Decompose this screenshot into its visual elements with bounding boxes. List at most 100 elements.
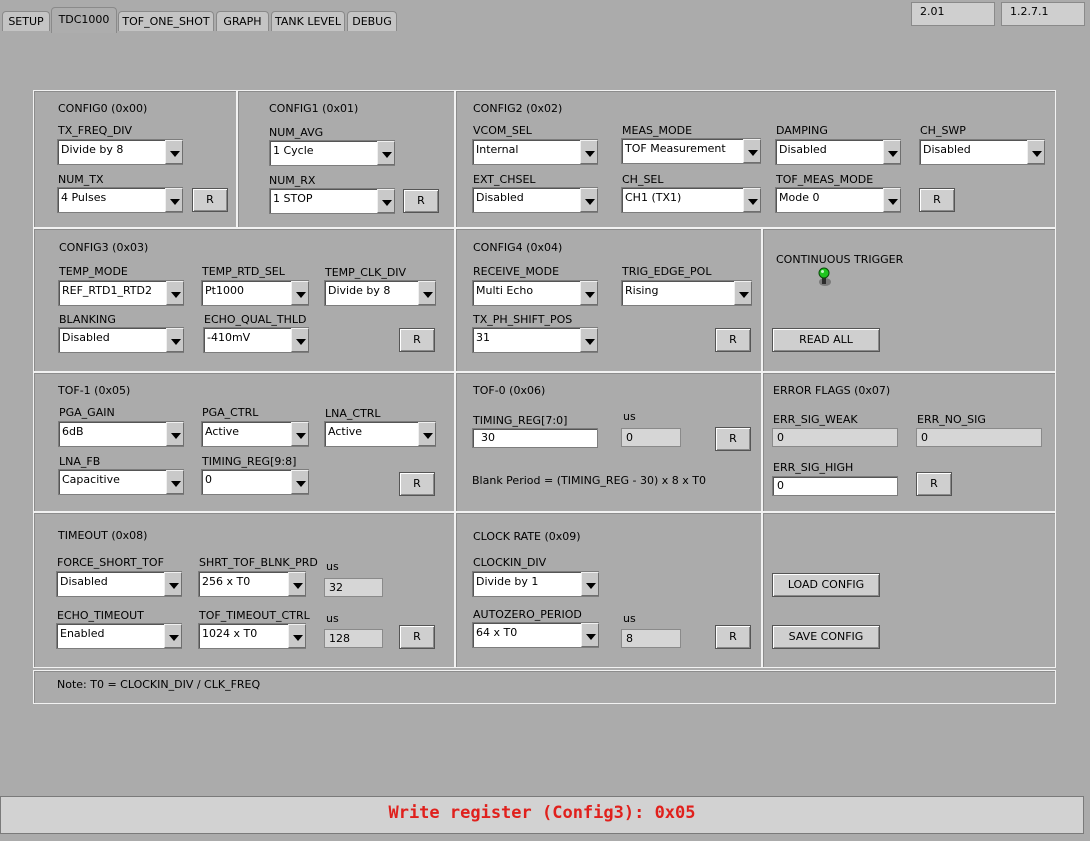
version-box-2: 1.2.7.1: [1001, 2, 1085, 26]
chevron-down-icon[interactable]: [734, 281, 752, 305]
chevron-down-icon[interactable]: [166, 281, 184, 305]
tof1-reset-button[interactable]: R: [399, 472, 435, 496]
chevron-down-icon[interactable]: [418, 281, 436, 305]
receive-mode-dropdown[interactable]: Multi Echo: [472, 280, 598, 306]
lna-fb-dropdown[interactable]: Capacitive: [58, 469, 184, 495]
tab-graph[interactable]: GRAPH: [216, 11, 269, 31]
config1-reset-button[interactable]: R: [403, 189, 439, 213]
error-flags-title: ERROR FLAGS (0x07): [773, 384, 891, 397]
chevron-down-icon[interactable]: [288, 572, 306, 596]
pga-gain-dropdown[interactable]: 6dB: [58, 421, 184, 447]
chevron-down-icon[interactable]: [291, 328, 309, 352]
tx-ph-shift-pos-dropdown[interactable]: 31: [472, 327, 598, 353]
temp-mode-dropdown[interactable]: REF_RTD1_RTD2: [58, 280, 184, 306]
timing-reg-70-input[interactable]: 30: [472, 428, 598, 448]
tof-meas-mode-label: TOF_MEAS_MODE: [776, 173, 874, 186]
vcom-sel-dropdown[interactable]: Internal: [472, 139, 598, 165]
vcom-sel-label: VCOM_SEL: [473, 124, 532, 137]
chevron-down-icon[interactable]: [883, 140, 901, 164]
damping-label: DAMPING: [776, 124, 828, 137]
num-tx-dropdown[interactable]: 4 Pulses: [57, 187, 183, 213]
num-rx-value: 1 STOP: [273, 192, 313, 205]
chevron-down-icon[interactable]: [883, 188, 901, 212]
force-short-tof-dropdown[interactable]: Disabled: [56, 571, 182, 597]
chevron-down-icon[interactable]: [580, 328, 598, 352]
chevron-down-icon[interactable]: [1027, 140, 1045, 164]
timeout-reset-button[interactable]: R: [399, 625, 435, 649]
timing-reg-98-value: 0: [205, 473, 212, 486]
clockin-div-dropdown[interactable]: Divide by 1: [472, 571, 599, 597]
ch-swp-dropdown[interactable]: Disabled: [919, 139, 1045, 165]
lna-ctrl-dropdown[interactable]: Active: [324, 421, 436, 447]
chevron-down-icon[interactable]: [743, 188, 761, 212]
load-config-button[interactable]: LOAD CONFIG: [772, 573, 880, 597]
temp-rtd-sel-dropdown[interactable]: Pt1000: [201, 280, 309, 306]
chevron-down-icon[interactable]: [164, 624, 182, 648]
chevron-down-icon[interactable]: [166, 422, 184, 446]
save-config-button[interactable]: SAVE CONFIG: [772, 625, 880, 649]
clockin-div-value: Divide by 1: [476, 575, 539, 588]
config3-reset-button[interactable]: R: [399, 328, 435, 352]
temp-clk-div-dropdown[interactable]: Divide by 8: [324, 280, 436, 306]
autozero-us-value: 8: [621, 629, 681, 648]
chevron-down-icon[interactable]: [418, 422, 436, 446]
chevron-down-icon[interactable]: [377, 141, 395, 165]
autozero-period-dropdown[interactable]: 64 x T0: [472, 622, 599, 648]
chevron-down-icon[interactable]: [581, 623, 599, 647]
tof0-reset-button[interactable]: R: [715, 427, 751, 451]
chevron-down-icon[interactable]: [580, 281, 598, 305]
num-rx-dropdown[interactable]: 1 STOP: [269, 188, 395, 214]
tab-tank-level[interactable]: TANK LEVEL: [271, 11, 345, 31]
chevron-down-icon[interactable]: [288, 624, 306, 648]
blanking-dropdown[interactable]: Disabled: [58, 327, 184, 353]
config4-reset-button[interactable]: R: [715, 328, 751, 352]
read-all-button[interactable]: READ ALL: [772, 328, 880, 352]
meas-mode-dropdown[interactable]: TOF Measurement: [621, 138, 761, 164]
chevron-down-icon[interactable]: [581, 572, 599, 596]
timeout-us-value: 128: [324, 629, 383, 648]
tof-meas-mode-dropdown[interactable]: Mode 0: [775, 187, 901, 213]
tx-freq-div-dropdown[interactable]: Divide by 8: [57, 139, 183, 165]
chevron-down-icon[interactable]: [377, 189, 395, 213]
chevron-down-icon[interactable]: [291, 422, 309, 446]
timeout-title: TIMEOUT (0x08): [58, 529, 148, 542]
pga-ctrl-dropdown[interactable]: Active: [201, 421, 309, 447]
tof-timeout-ctrl-value: 1024 x T0: [202, 627, 258, 640]
chevron-down-icon[interactable]: [164, 572, 182, 596]
num-avg-dropdown[interactable]: 1 Cycle: [269, 140, 395, 166]
shrt-tof-blnk-prd-dropdown[interactable]: 256 x T0: [198, 571, 306, 597]
receive-mode-value: Multi Echo: [476, 284, 534, 297]
chevron-down-icon[interactable]: [580, 140, 598, 164]
chevron-down-icon[interactable]: [165, 188, 183, 212]
echo-timeout-dropdown[interactable]: Enabled: [56, 623, 182, 649]
clock-rate-reset-button[interactable]: R: [715, 625, 751, 649]
tab-setup[interactable]: SETUP: [2, 11, 50, 31]
config0-reset-button[interactable]: R: [192, 188, 228, 212]
chevron-down-icon[interactable]: [166, 470, 184, 494]
err-no-sig-label: ERR_NO_SIG: [917, 413, 986, 426]
timing-reg-98-dropdown[interactable]: 0: [201, 469, 309, 495]
chevron-down-icon[interactable]: [743, 139, 761, 163]
tab-tof-one-shot[interactable]: TOF_ONE_SHOT: [118, 11, 214, 31]
continuous-trigger-toggle[interactable]: [815, 266, 833, 290]
trig-edge-pol-dropdown[interactable]: Rising: [621, 280, 752, 306]
echo-qual-thld-dropdown[interactable]: -410mV: [203, 327, 309, 353]
chevron-down-icon[interactable]: [291, 470, 309, 494]
chevron-down-icon[interactable]: [165, 140, 183, 164]
ext-chsel-dropdown[interactable]: Disabled: [472, 187, 598, 213]
tof-timeout-ctrl-dropdown[interactable]: 1024 x T0: [198, 623, 306, 649]
version-box-1: 2.01: [911, 2, 995, 26]
autozero-period-label: AUTOZERO_PERIOD: [473, 608, 582, 621]
ch-sel-dropdown[interactable]: CH1 (TX1): [621, 187, 761, 213]
damping-dropdown[interactable]: Disabled: [775, 139, 901, 165]
blank-period-formula: Blank Period = (TIMING_REG - 30) x 8 x T…: [472, 474, 707, 487]
chevron-down-icon[interactable]: [580, 188, 598, 212]
error-flags-reset-button[interactable]: R: [916, 472, 952, 496]
receive-mode-label: RECEIVE_MODE: [473, 265, 560, 278]
lna-fb-value: Capacitive: [62, 473, 120, 486]
chevron-down-icon[interactable]: [166, 328, 184, 352]
tab-tdc1000[interactable]: TDC1000: [51, 7, 117, 33]
config2-reset-button[interactable]: R: [919, 188, 955, 212]
chevron-down-icon[interactable]: [291, 281, 309, 305]
tab-debug[interactable]: DEBUG: [347, 11, 397, 31]
